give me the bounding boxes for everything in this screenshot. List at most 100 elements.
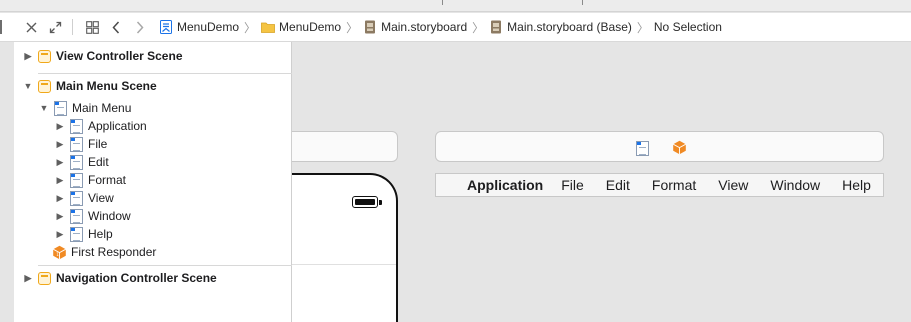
outline-navigation-controller-scene[interactable]: ▶ Navigation Controller Scene	[22, 269, 217, 287]
outline-menu-item-window[interactable]: ▶ Window	[54, 207, 131, 225]
outline-first-responder[interactable]: 1 First Responder	[52, 243, 156, 261]
breadcrumb-separator: 〉	[636, 20, 649, 35]
battery-terminal	[379, 200, 382, 205]
outline-label: Window	[88, 209, 131, 223]
breadcrumb-separator: 〉	[472, 20, 485, 35]
disclosure-collapsed-icon[interactable]: ▶	[54, 174, 66, 186]
outline-divider	[38, 265, 294, 266]
chevron-right-icon	[136, 20, 144, 34]
outline-menu-item-file[interactable]: ▶ File	[54, 135, 107, 153]
menubar-item-help[interactable]: Help	[842, 177, 871, 193]
top-strip-mark	[442, 0, 443, 5]
breadcrumb-separator: 〉	[244, 20, 257, 35]
disclosure-expanded-icon[interactable]: ▼	[22, 80, 34, 92]
outline-label: Help	[88, 227, 113, 241]
chevron-left-icon	[112, 20, 120, 34]
outline-menu-item-view[interactable]: ▶ View	[54, 189, 114, 207]
toolbar-separator	[72, 19, 73, 35]
first-responder-dock-icon[interactable]	[672, 140, 687, 155]
disclosure-collapsed-icon[interactable]: ▶	[22, 50, 34, 62]
outline-label: Edit	[88, 155, 109, 169]
jump-bar: MenuDemo 〉 MenuDemo 〉 Main.storyboard 〉 …	[0, 13, 911, 42]
menu-item-icon	[70, 190, 83, 206]
menu-item-icon	[70, 136, 83, 152]
main-menu-bar[interactable]: Application File Edit Format View Window…	[435, 173, 884, 197]
disclosure-expanded-icon[interactable]: ▼	[38, 102, 50, 114]
menu-item-icon	[70, 154, 83, 170]
view-controller-device-frame[interactable]	[292, 173, 398, 322]
navigation-bar-divider	[292, 264, 396, 265]
back-button[interactable]	[105, 16, 127, 38]
outline-label: File	[88, 137, 108, 151]
main-menu-dock-icon[interactable]	[636, 141, 649, 156]
breadcrumb-selection[interactable]: No Selection	[654, 20, 722, 34]
outline-label: First Responder	[71, 245, 157, 259]
outline-menu-item-format[interactable]: ▶ Format	[54, 171, 126, 189]
outline-menu-item-application[interactable]: ▶ Application	[54, 117, 147, 135]
breadcrumb-label: MenuDemo	[177, 20, 240, 34]
breadcrumb-folder[interactable]: MenuDemo	[261, 20, 341, 34]
menubar-item-file[interactable]: File	[561, 177, 584, 193]
forward-button[interactable]	[129, 16, 151, 38]
related-items-button[interactable]	[81, 16, 103, 38]
project-icon	[160, 20, 172, 34]
outline-main-menu[interactable]: ▼ Main Menu	[38, 99, 131, 117]
main-menu-scene-dock[interactable]	[435, 131, 884, 162]
expand-icon	[49, 21, 61, 33]
breadcrumb-label: Main.storyboard (Base)	[507, 20, 632, 34]
outline-menu-item-edit[interactable]: ▶ Edit	[54, 153, 109, 171]
breadcrumb-separator: 〉	[346, 20, 359, 35]
disclosure-collapsed-icon[interactable]: ▶	[54, 120, 66, 132]
disclosure-collapsed-icon[interactable]: ▶	[54, 228, 66, 240]
menubar-item-application[interactable]: Application	[467, 177, 543, 193]
breadcrumb-label: No Selection	[653, 20, 722, 34]
outline-label: Main Menu Scene	[56, 79, 157, 93]
outline-divider	[38, 73, 294, 74]
view-controller-scene-dock[interactable]	[292, 131, 398, 162]
scene-icon	[38, 79, 51, 93]
menubar-item-format[interactable]: Format	[652, 177, 696, 193]
outline-view-controller-scene[interactable]: ▶ View Controller Scene	[22, 47, 183, 65]
menubar-item-edit[interactable]: Edit	[606, 177, 630, 193]
expand-editor-button[interactable]	[44, 16, 66, 38]
document-outline: ▶ View Controller Scene ▼ Main Menu Scen…	[14, 42, 294, 322]
breadcrumb-label: MenuDemo	[279, 20, 342, 34]
disclosure-collapsed-icon[interactable]: ▶	[54, 192, 66, 204]
outline-menu-item-help[interactable]: ▶ Help	[54, 225, 113, 243]
breadcrumb-storyboard-base[interactable]: Main.storyboard (Base)	[489, 20, 632, 34]
battery-icon	[352, 196, 378, 208]
disclosure-collapsed-icon[interactable]: ▶	[54, 138, 66, 150]
menubar-item-window[interactable]: Window	[770, 177, 820, 193]
menu-icon	[54, 100, 67, 116]
outline-label: Application	[88, 119, 147, 133]
storyboard-icon	[365, 20, 376, 34]
menubar-item-view[interactable]: View	[718, 177, 748, 193]
window-top-strip	[0, 0, 911, 12]
close-editor-button[interactable]	[20, 16, 42, 38]
disclosure-collapsed-icon[interactable]: ▶	[54, 210, 66, 222]
close-icon	[26, 22, 36, 32]
grid-icon	[85, 20, 99, 34]
outline-main-menu-scene[interactable]: ▼ Main Menu Scene	[22, 77, 157, 95]
outline-label: View Controller Scene	[56, 49, 183, 63]
outline-label: Format	[88, 173, 127, 187]
breadcrumb-storyboard[interactable]: Main.storyboard	[363, 20, 467, 34]
disclosure-collapsed-icon[interactable]: ▶	[22, 272, 34, 284]
top-strip-mark	[582, 0, 583, 5]
storyboard-icon	[491, 20, 502, 34]
breadcrumb-project[interactable]: MenuDemo	[159, 20, 239, 34]
scene-icon	[38, 49, 51, 63]
outline-label: Main Menu	[72, 101, 132, 115]
disclosure-collapsed-icon[interactable]: ▶	[54, 156, 66, 168]
menu-item-icon	[70, 208, 83, 224]
breadcrumb-label: Main.storyboard	[381, 20, 468, 34]
outline-label: Navigation Controller Scene	[56, 271, 217, 285]
menu-item-icon	[70, 226, 83, 242]
outline-label: View	[88, 191, 114, 205]
menu-item-icon	[70, 118, 83, 134]
editor-edge	[0, 20, 2, 34]
first-responder-cube-icon: 1	[52, 245, 67, 259]
scene-icon	[38, 271, 51, 285]
folder-icon	[261, 22, 275, 33]
menu-item-icon	[70, 172, 83, 188]
